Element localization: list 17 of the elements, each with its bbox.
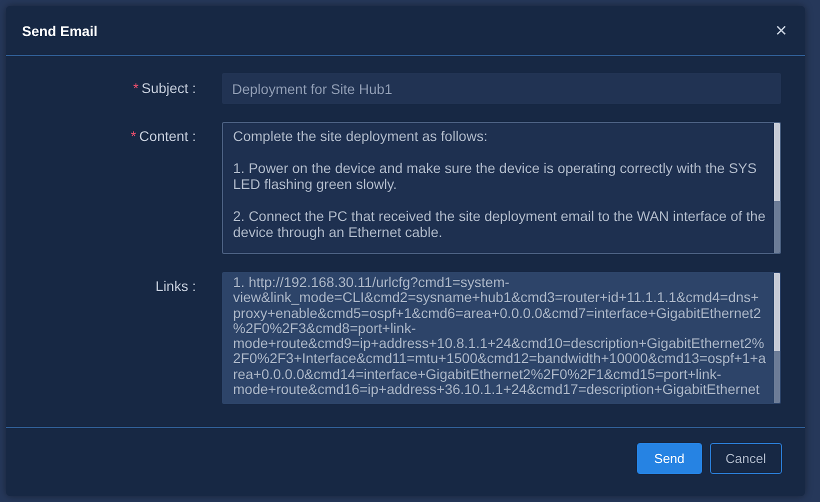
content-paragraph: Complete the site deployment as follows: xyxy=(233,128,488,144)
scrollbar[interactable] xyxy=(774,273,780,403)
field-label: * Subject : xyxy=(133,80,196,96)
content-paragraph: 1. Power on the device and make sure the device is operating correctly with the SYS LED flashing green slowly. xyxy=(233,160,758,192)
field-label: Links : xyxy=(156,278,196,294)
link-text: 1. http://192.168.30.11/urlcfg?cmd1=system-view&link_mode=CLI&cmd2=sysname+hub1&cmd3=router+id+11.1.1.1&cmd4=dns+proxy+enable&cmd5=ospf+1&cmd6=area+0.0.0.0&cmd7=interface+GigabitEthernet2%2F0%2F3&cmd8=port+link-mode+route&cmd9=ip+address+10.8.1.1+24&cmd10=description+GigabitEthernet2%2F0%2F3+Interface&cmd11=mtu+1500&cmd12=bandwidth+10000&cmd13=ospf+1+area+0.0.0.0&cmd14=interface+GigabitEthernet2%2F0%2F1&cmd15=port+link-mode+route&cmd16=ip+address+36.10.1.1+24&cmd17=description+GigabitEthernet xyxy=(233,275,766,398)
content-field[interactable] xyxy=(222,122,781,254)
field-label: * Content : xyxy=(130,128,196,144)
cancel-button[interactable]: Cancel xyxy=(710,442,782,474)
subject-field[interactable]: Deployment for Site Hub1 xyxy=(222,73,781,104)
close-button[interactable]: × xyxy=(773,20,789,40)
send-button[interactable]: Send xyxy=(637,442,702,474)
dialog-title: Send Email xyxy=(22,22,98,38)
required-mark-icon: * xyxy=(133,80,139,96)
content-paragraph: 2. Connect the PC that received the site deployment email to the WAN interface of the device through an Ethernet cable. xyxy=(233,208,766,240)
scrollbar[interactable] xyxy=(774,123,780,253)
required-mark-icon: * xyxy=(130,128,136,144)
